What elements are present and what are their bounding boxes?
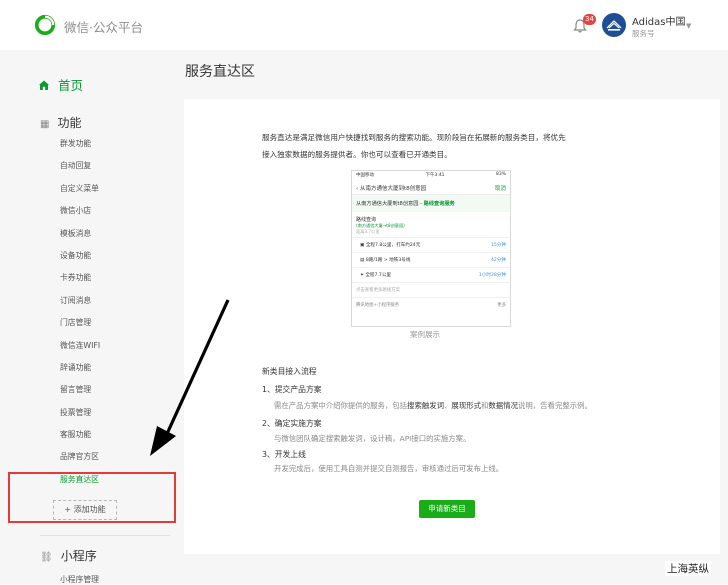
account-name[interactable]: Adidas中国 xyxy=(632,13,685,28)
walk-icon: ✦ xyxy=(360,273,364,278)
account-type: 服务号 xyxy=(632,29,655,38)
step-2-desc: 与微信团队确定搜索触发词，设计稿，API接口的实施方案。 xyxy=(274,434,471,443)
sidebar-item-voting[interactable]: 投票管理 xyxy=(60,406,100,428)
sidebar-item-custom-menu[interactable]: 自定义菜单 xyxy=(60,182,100,204)
sidebar-section-miniprogram[interactable]: ⛓ 小程序 xyxy=(40,547,97,564)
miniprogram-title: 小程序 xyxy=(60,549,97,563)
example-phone-screenshot: 中国移动 下午3:41 83% ‹ 从南方通信大厦到t8创意园 取消 从南方通信… xyxy=(351,170,511,327)
top-bar: 微信·公众平台 34 Adidas中国 服务号 ▼ xyxy=(0,0,728,50)
display-format-link[interactable]: 展现形式 xyxy=(451,401,481,410)
step-1-desc-suffix: 说明，告看完整示例。 xyxy=(517,401,592,410)
route-text: 全程7.8公里，打车约24元 xyxy=(365,243,421,248)
grid-icon: ▦ xyxy=(40,119,50,130)
add-function-button[interactable]: + 添加功能 xyxy=(53,500,117,520)
phone-route-row: ▤ 8路/1路 > 地铁3号线 42分钟 xyxy=(352,252,510,267)
link-icon: ⛓ xyxy=(40,552,53,563)
features-title: 功能 xyxy=(57,116,82,130)
apply-new-category-button[interactable]: 申请新类目 xyxy=(419,500,475,518)
route-eta: 42分钟 xyxy=(490,258,506,263)
route-text: 8路/1路 > 地铁3号线 xyxy=(365,258,411,263)
watermark: 上海英纵 xyxy=(665,561,711,576)
phone-route-prefix: 从南方通信大厦到t8创意园 - xyxy=(356,201,422,207)
route-eta: 15分钟 xyxy=(490,243,506,248)
page-title: 服务直达区 xyxy=(185,64,255,80)
adidas-logo-icon xyxy=(606,20,622,31)
step-1-desc: 需在产品方案中介绍你提供的服务，包括搜索触发词、展现形式和数据情况说明，告看完整… xyxy=(274,400,592,411)
home-icon xyxy=(39,80,49,90)
sidebar-item-customer-service[interactable]: 客服功能 xyxy=(60,428,100,450)
car-icon: ▣ xyxy=(360,243,365,248)
wechat-logo-icon[interactable] xyxy=(34,14,56,36)
phone-footer-right: 更多 xyxy=(497,303,506,308)
phone-footer: 腾讯地图+小程序服务 更多 xyxy=(352,297,510,312)
route-text: 全程7.7公里 xyxy=(365,273,392,278)
sidebar-section-features: ▦ 功能 xyxy=(40,114,81,131)
phone-footer-left: 腾讯地图+小程序服务 xyxy=(356,303,400,308)
sidebar-item-store-management[interactable]: 门店管理 xyxy=(60,316,100,338)
sidebar-item-device[interactable]: 设备功能 xyxy=(60,249,100,271)
process-title: 新类目接入流程 xyxy=(262,367,317,376)
phone-status-bar: 中国移动 下午3:41 83% xyxy=(352,171,510,182)
sidebar-item-comments[interactable]: 留言管理 xyxy=(60,383,100,405)
phone-route-header: 从南方通信大厦到t8创意园 - 路线查询服务 xyxy=(352,195,510,212)
sidebar-item-wechat-store[interactable]: 微信小店 xyxy=(60,204,100,226)
sidebar-item-recitation[interactable]: 辞诵功能 xyxy=(60,361,100,383)
phone-route-block: 路线查询 (南方通信大厦→t8创意园) 距离3.7公里 xyxy=(352,212,510,237)
step-3-title: 3、开发上线 xyxy=(262,450,306,459)
sidebar-home-label: 首页 xyxy=(58,78,84,93)
phone-block-distance: 距离3.7公里 xyxy=(356,229,380,234)
phone-search-text: 从南方通信大厦到t8创意园 xyxy=(359,186,427,192)
add-function-label: 添加功能 xyxy=(73,505,106,514)
sidebar-item-auto-reply[interactable]: 自动回复 xyxy=(60,159,100,181)
phone-route-row: ▣ 全程7.8公里，打车约24元 15分钟 xyxy=(352,237,510,252)
example-caption: 案例展示 xyxy=(410,330,440,339)
sidebar-divider xyxy=(40,535,170,536)
step-2-title: 2、确定实施方案 xyxy=(262,419,322,428)
notification-badge: 34 xyxy=(583,14,596,25)
phone-route-row: ✦ 全程7.7公里 1小时28分钟 xyxy=(352,267,510,282)
data-status-link[interactable]: 数据情况 xyxy=(488,401,518,410)
sidebar-feature-list: 群发功能 自动回复 自定义菜单 微信小店 模板消息 设备功能 卡券功能 订阅消息… xyxy=(60,137,100,495)
chevron-down-icon[interactable]: ▼ xyxy=(686,22,691,30)
avatar[interactable] xyxy=(602,13,626,37)
back-icon: ‹ xyxy=(356,186,359,192)
sidebar-item-brand-official[interactable]: 品牌官方区 xyxy=(60,450,100,472)
bus-icon: ▤ xyxy=(360,258,365,263)
phone-more-routes: 点击查看更多路线方案 xyxy=(352,282,510,297)
sidebar-item-mass-send[interactable]: 群发功能 xyxy=(60,137,100,159)
phone-time: 下午3:41 xyxy=(425,173,445,178)
sidebar-item-template-message[interactable]: 模板消息 xyxy=(60,227,100,249)
phone-route-label: 路线查询服务 xyxy=(423,201,455,207)
phone-search-bar: ‹ 从南方通信大厦到t8创意园 取消 xyxy=(352,182,510,195)
sidebar-item-home[interactable]: 首页 xyxy=(38,75,83,94)
step-1-desc-text: 需在产品方案中介绍你提供的服务，包括 xyxy=(274,401,408,410)
phone-battery: 83% xyxy=(495,172,506,177)
intro-line-1: 服务直达是满足微信用户快捷找到服务的搜索功能。现阶段旨在拓展新的服务类目，将优先 xyxy=(262,133,566,142)
sidebar-item-wechat-wifi[interactable]: 微信连WIFI xyxy=(60,339,100,361)
intro-line-2: 接入独家数据的服务提供者。你也可以查看已开通类目。 xyxy=(262,150,452,159)
sidebar-item-card-coupon[interactable]: 卡券功能 xyxy=(60,271,100,293)
phone-carrier: 中国移动 xyxy=(356,173,374,178)
plus-icon: + xyxy=(64,505,72,514)
platform-title[interactable]: 微信·公众平台 xyxy=(64,17,143,36)
phone-block-title: 路线查询 xyxy=(356,217,377,223)
intro-text: 服务直达是满足微信用户快捷找到服务的搜索功能。现阶段旨在拓展新的服务类目，将优先… xyxy=(262,129,622,163)
route-eta: 1小时28分钟 xyxy=(478,273,506,278)
phone-cancel: 取消 xyxy=(494,186,506,192)
search-trigger-link[interactable]: 搜索触发词 xyxy=(407,401,444,410)
step-1-title: 1、提交产品方案 xyxy=(262,385,322,394)
step-3-desc: 开发完成后，使用工具自测并提交自测报告，审核通过后可发布上线。 xyxy=(274,464,504,473)
sidebar-item-miniprogram-management[interactable]: 小程序管理 xyxy=(60,574,99,585)
sidebar-item-subscribe-message[interactable]: 订阅消息 xyxy=(60,294,100,316)
